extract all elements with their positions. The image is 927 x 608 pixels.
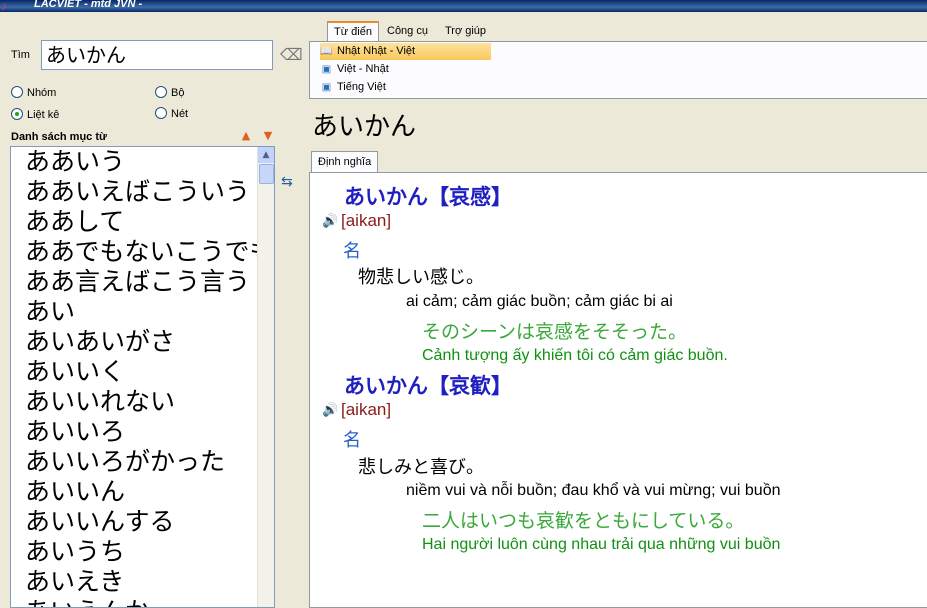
jp-definition: 悲しみと喜び。: [358, 457, 484, 478]
word-list-item[interactable]: ああいう: [25, 147, 259, 177]
word-list-item[interactable]: ああ言えばこう言う: [25, 267, 259, 297]
word-list-item[interactable]: ああして: [25, 207, 259, 237]
scroll-up-icon[interactable]: ▲: [258, 147, 274, 163]
vi-example: Hai người luôn cùng nhau trải qua những …: [422, 536, 781, 553]
word-list-item[interactable]: あいえき: [25, 567, 259, 597]
translate-icon[interactable]: ⇆: [281, 174, 303, 190]
app-logo-icon: ♪: [1, 0, 7, 13]
tab-cong-cu[interactable]: Công cụ: [381, 22, 434, 40]
radio-nhom[interactable]: Nhóm: [11, 86, 56, 99]
word-list-items: ああいうああいえばこういうああしてああでもないこうでもないああ言えばこう言うあい…: [11, 147, 259, 607]
entry-headword: あいかん【哀歓】: [344, 374, 512, 398]
word-list-title: Danh sách mục từ: [11, 131, 107, 143]
current-headword: あいかん: [312, 112, 417, 142]
word-list-item[interactable]: ああでもないこうでもない: [25, 237, 259, 267]
tab-tu-dien[interactable]: Từ điển: [327, 21, 379, 41]
tab-tro-giup[interactable]: Trợ giúp: [439, 22, 492, 40]
book-icon: ▣: [321, 82, 332, 93]
entry-reading: [aikan]: [341, 400, 392, 419]
word-list-item[interactable]: あい: [25, 297, 259, 327]
radio-circle: [155, 107, 167, 119]
eraser-icon[interactable]: ⌫: [280, 46, 303, 64]
word-list-item[interactable]: あいあいがさ: [25, 327, 259, 357]
word-list-item[interactable]: あいいろがかった: [25, 447, 259, 477]
speaker-icon[interactable]: 🔊: [322, 214, 338, 229]
dictionary-panel: 📖 Nhật Nhật - Việt ▣ Việt - Nhật ▣ Tiếng Vi…: [309, 41, 927, 99]
part-of-speech: 名: [343, 241, 361, 262]
book-icon: ▣: [321, 64, 332, 75]
radio-bo[interactable]: Bộ: [155, 86, 184, 99]
speaker-icon[interactable]: 🔊: [322, 403, 338, 418]
word-list-item[interactable]: あいいん: [25, 477, 259, 507]
word-list-item[interactable]: あいいれない: [25, 387, 259, 417]
arrow-down-icon[interactable]: ▼: [262, 130, 274, 142]
part-of-speech: 名: [343, 430, 361, 451]
radio-circle: [155, 86, 167, 98]
word-list[interactable]: ああいうああいえばこういうああしてああでもないこうでもないああ言えばこう言うあい…: [10, 146, 275, 608]
radio-liet-ke[interactable]: Liệt kê: [11, 108, 59, 121]
title-bar: ♪ LACVIET - mtd JVN -: [0, 0, 927, 13]
definition-panel: あいかん【哀感】 🔊 [aikan] 名 物悲しい感じ。 ai cảm; cảm…: [309, 172, 927, 608]
jp-example: 二人はいつも哀歓をともにしている。: [422, 510, 745, 532]
entry-reading: [aikan]: [341, 211, 392, 230]
word-list-item[interactable]: あいいんする: [25, 507, 259, 537]
radio-circle-checked: [11, 108, 23, 120]
search-label: Tìm: [11, 49, 30, 61]
tab-dinh-nghia[interactable]: Định nghĩa: [311, 151, 379, 173]
dict-item-tieng-viet[interactable]: ▣ Tiếng Việt: [320, 79, 394, 96]
word-list-scrollbar[interactable]: ▲: [257, 147, 274, 607]
word-list-item[interactable]: あいえんか: [25, 597, 259, 607]
open-book-icon: 📖: [320, 46, 333, 57]
word-list-item[interactable]: あいいく: [25, 357, 259, 387]
dict-item-nhat-nhat-viet[interactable]: 📖 Nhật Nhật - Việt: [320, 43, 491, 60]
word-list-item[interactable]: あいうち: [25, 537, 259, 567]
jp-definition: 物悲しい感じ。: [358, 267, 484, 288]
jp-example: そのシーンは哀感をそそった。: [422, 321, 688, 343]
word-list-item[interactable]: あいいろ: [25, 417, 259, 447]
vi-definition: ai cảm; cảm giác buồn; cảm giác bi ai: [406, 293, 673, 310]
dict-item-viet-nhat[interactable]: ▣ Việt - Nhật: [320, 61, 397, 78]
radio-circle: [11, 86, 23, 98]
word-list-item[interactable]: ああいえばこういう: [25, 177, 259, 207]
arrow-up-icon[interactable]: ▲: [240, 130, 252, 142]
entry-headword: あいかん【哀感】: [344, 185, 512, 209]
window-title: LACVIET - mtd JVN -: [34, 0, 143, 10]
scroll-thumb[interactable]: [259, 164, 274, 184]
vi-definition: niềm vui và nỗi buồn; đau khổ và vui mừn…: [406, 482, 781, 499]
vi-example: Cảnh tượng ấy khiến tôi có cảm giác buồn…: [422, 347, 728, 364]
search-input[interactable]: あいかん: [41, 40, 273, 70]
radio-net[interactable]: Nét: [155, 107, 188, 120]
